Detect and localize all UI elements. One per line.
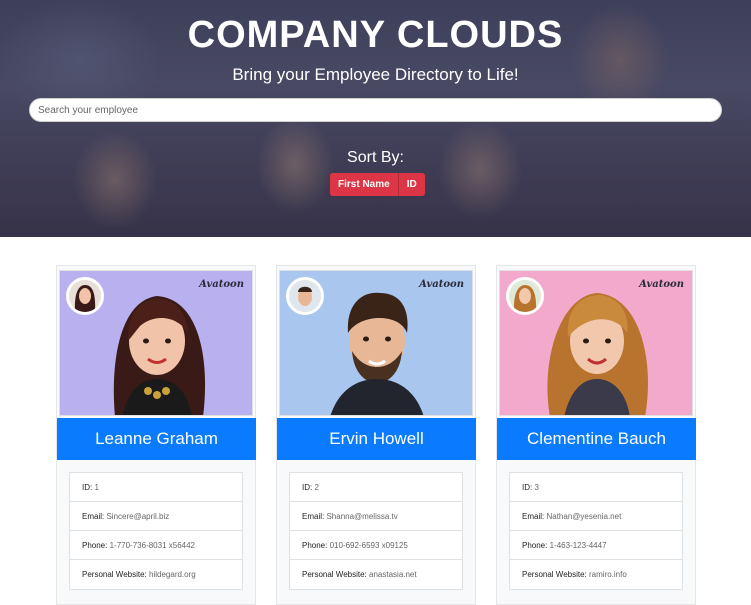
- employee-email: Email: Nathan@yesenia.net: [510, 502, 682, 531]
- employee-card: Avatoon Clementine Bauch ID: 3 Email: Na…: [496, 265, 696, 605]
- employee-website: Personal Website: anastasia.net: [302, 570, 417, 579]
- employee-details-list: ID: 3 Email: Nathan@yesenia.net Phone: 1…: [509, 472, 683, 590]
- brand-logo: Avatoon: [199, 279, 244, 290]
- employee-website: Personal Website: ramiro.info: [522, 570, 627, 579]
- avatar-thumbnail: [506, 277, 544, 315]
- search-input[interactable]: [29, 98, 722, 122]
- sort-first-name-button[interactable]: First Name: [330, 173, 398, 196]
- employee-name: Leanne Graham: [57, 418, 256, 460]
- employee-avatar-image: Avatoon: [499, 270, 693, 416]
- employee-email: Email: Shanna@melissa.tv: [290, 502, 462, 531]
- employee-phone: Phone: 1-770-736-8031 x56442: [70, 531, 242, 560]
- hero-banner: COMPANY CLOUDS Bring your Employee Direc…: [0, 0, 751, 237]
- employee-name: Ervin Howell: [277, 418, 476, 460]
- employee-id: ID: 2: [290, 473, 462, 502]
- employee-website: Personal Website: hildegard.org: [82, 570, 196, 579]
- employee-id: ID: 3: [510, 473, 682, 502]
- avatar-thumbnail: [66, 277, 104, 315]
- sort-label: Sort By:: [347, 149, 404, 166]
- brand-logo: Avatoon: [639, 279, 684, 290]
- employee-name: Clementine Bauch: [497, 418, 696, 460]
- employee-avatar-image: Avatoon: [59, 270, 253, 416]
- page-subtitle: Bring your Employee Directory to Life!: [232, 65, 519, 84]
- employee-phone: Phone: 1-463-123-4447: [510, 531, 682, 560]
- employee-details-list: ID: 1 Email: Sincere@april.biz Phone: 1-…: [69, 472, 243, 590]
- avatar-thumbnail: [286, 277, 324, 315]
- employee-id: ID: 1: [70, 473, 242, 502]
- employee-email: Email: Sincere@april.biz: [70, 502, 242, 531]
- employee-details-list: ID: 2 Email: Shanna@melissa.tv Phone: 01…: [289, 472, 463, 590]
- page-title: COMPANY CLOUDS: [187, 14, 564, 56]
- employee-avatar-image: Avatoon: [279, 270, 473, 416]
- sort-id-button[interactable]: ID: [397, 173, 425, 196]
- employee-card: Avatoon Ervin Howell ID: 2 Email: Shanna…: [276, 265, 476, 605]
- employee-phone: Phone: 010-692-6593 x09125: [290, 531, 462, 560]
- sort-button-group: First Name ID: [330, 173, 425, 196]
- brand-logo: Avatoon: [419, 279, 464, 290]
- employee-card: Avatoon Leanne Graham ID: 1 Email: Since…: [56, 265, 256, 605]
